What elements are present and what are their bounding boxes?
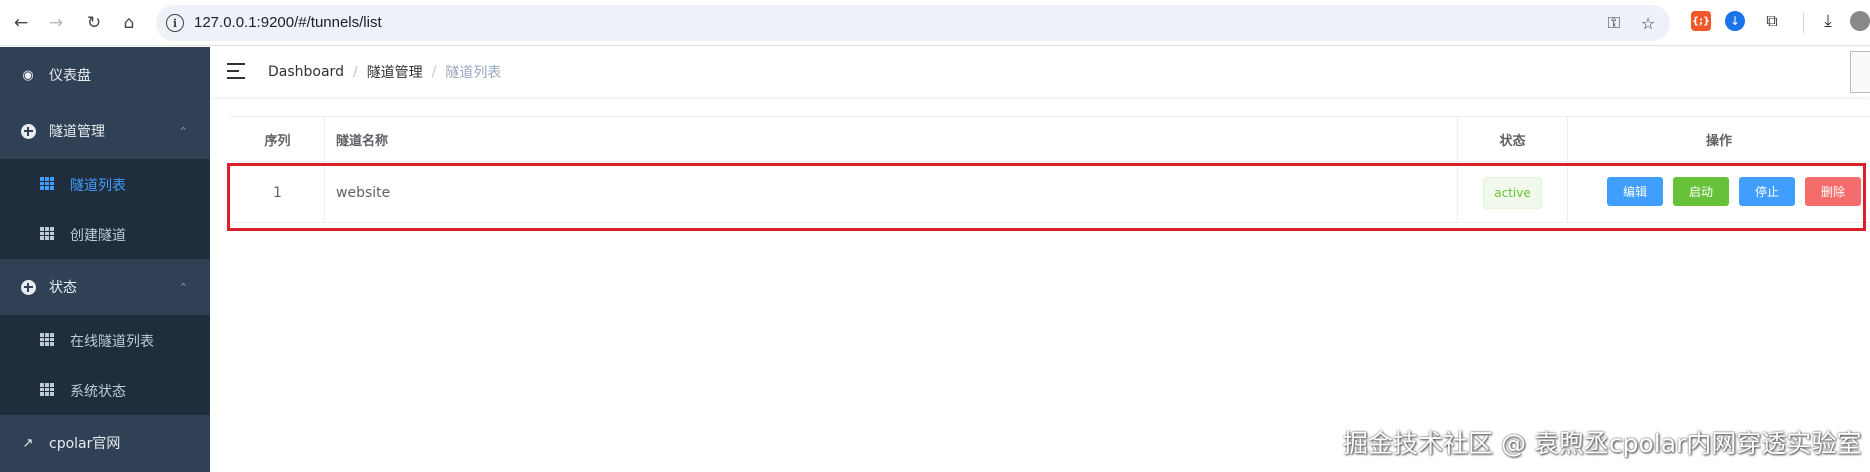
watermark: 掘金技术社区 @ 袁煦丞cpolar内网穿透实验室: [1343, 429, 1862, 458]
downloads-icon[interactable]: ⤓: [1818, 11, 1838, 31]
column-header-name: 隧道名称: [325, 117, 1458, 162]
start-button[interactable]: 启动: [1673, 177, 1729, 206]
sidebar-item-label: 隧道管理: [49, 124, 105, 140]
cell-actions: 编辑 启动 停止 删除: [1568, 162, 1870, 223]
sidebar-item-cpolar-website[interactable]: ↗ cpolar官网: [0, 415, 210, 471]
breadcrumb-dashboard[interactable]: Dashboard: [268, 64, 344, 80]
tunnels-table: 序列 隧道名称 状态 操作 1 website active 编辑 启动 停止 …: [230, 116, 1870, 223]
toolbar-divider: [1803, 13, 1804, 33]
extension-orange-icon[interactable]: {;}: [1691, 11, 1711, 31]
sidebar-item-label: 系统状态: [70, 384, 126, 400]
sidebar-item-tunnel-list[interactable]: 隧道列表: [0, 159, 210, 209]
sidebar-item-system-status[interactable]: 系统状态: [0, 365, 210, 415]
cell-tunnel-name: website: [325, 162, 1458, 223]
extension-download-icon[interactable]: ↓: [1725, 11, 1745, 31]
reload-icon[interactable]: ↻: [82, 11, 106, 35]
navbar: Dashboard / 隧道管理 / 隧道列表: [210, 47, 1870, 97]
status-badge: active: [1483, 176, 1542, 209]
home-icon[interactable]: ⌂: [117, 11, 141, 35]
url-text[interactable]: 127.0.0.1:9200/#/tunnels/list: [194, 14, 382, 31]
plus-circle-icon: [20, 123, 36, 139]
table-icon: [40, 333, 54, 346]
breadcrumb-tunnel-list: 隧道列表: [445, 65, 502, 81]
stop-button[interactable]: 停止: [1739, 177, 1795, 206]
table-row: 1 website active 编辑 启动 停止 删除: [231, 162, 1870, 223]
chevron-up-icon: ⌃: [178, 124, 188, 138]
hamburger-icon[interactable]: [227, 63, 245, 79]
column-header-status: 状态: [1458, 117, 1568, 162]
cell-status: active: [1458, 162, 1568, 223]
address-bar[interactable]: i 127.0.0.1:9200/#/tunnels/list ⚿ ☆: [156, 5, 1670, 41]
breadcrumb-separator: /: [431, 64, 437, 80]
forward-icon[interactable]: →: [44, 11, 68, 35]
submenu-tunnels: 隧道列表 创建隧道: [0, 159, 210, 259]
submenu-status: 在线隧道列表 系统状态: [0, 315, 210, 415]
edit-button[interactable]: 编辑: [1607, 177, 1663, 206]
sidebar-item-label: 仪表盘: [49, 68, 91, 84]
table-icon: [40, 177, 54, 190]
sidebar-item-label: 创建隧道: [70, 228, 126, 244]
cell-index: 1: [231, 162, 325, 223]
column-header-actions: 操作: [1568, 117, 1870, 162]
breadcrumb-tunnel-management: 隧道管理: [366, 65, 423, 81]
external-link-icon: ↗: [22, 435, 34, 451]
sidebar: ◉ 仪表盘 隧道管理 ⌃ 隧道列表 创建隧道 状态 ⌃ 在线隧道列表 系统状态 …: [0, 47, 210, 472]
breadcrumb-separator: /: [352, 64, 358, 80]
dashboard-icon: ◉: [22, 67, 34, 83]
chevron-up-icon: ⌃: [178, 280, 188, 294]
sidebar-item-online-tunnels[interactable]: 在线隧道列表: [0, 315, 210, 365]
extensions-puzzle-icon[interactable]: ⧉: [1762, 11, 1782, 31]
site-info-icon[interactable]: i: [166, 14, 184, 32]
sidebar-item-label: cpolar官网: [49, 436, 121, 452]
breadcrumb: Dashboard / 隧道管理 / 隧道列表: [268, 62, 501, 82]
sidebar-item-dashboard[interactable]: ◉ 仪表盘: [0, 47, 210, 103]
back-icon[interactable]: ←: [9, 11, 33, 35]
sidebar-item-label: 隧道列表: [70, 178, 126, 194]
bookmark-star-icon[interactable]: ☆: [1638, 13, 1658, 33]
delete-button[interactable]: 删除: [1805, 177, 1861, 206]
sidebar-item-label: 在线隧道列表: [70, 334, 154, 350]
profile-avatar-icon[interactable]: [1850, 11, 1870, 31]
sidebar-item-label: 状态: [49, 280, 77, 296]
column-header-index: 序列: [231, 117, 325, 162]
plus-circle-icon: [20, 279, 36, 295]
avatar[interactable]: [1850, 51, 1870, 93]
browser-toolbar: ← → ↻ ⌂ i 127.0.0.1:9200/#/tunnels/list …: [0, 0, 1870, 46]
password-key-icon[interactable]: ⚿: [1604, 13, 1624, 33]
sidebar-item-create-tunnel[interactable]: 创建隧道: [0, 209, 210, 259]
table-icon: [40, 383, 54, 396]
table-header: 序列 隧道名称 状态 操作: [231, 117, 1870, 162]
table-icon: [40, 227, 54, 240]
sidebar-item-status[interactable]: 状态 ⌃: [0, 259, 210, 315]
sidebar-item-tunnel-management[interactable]: 隧道管理 ⌃: [0, 103, 210, 159]
